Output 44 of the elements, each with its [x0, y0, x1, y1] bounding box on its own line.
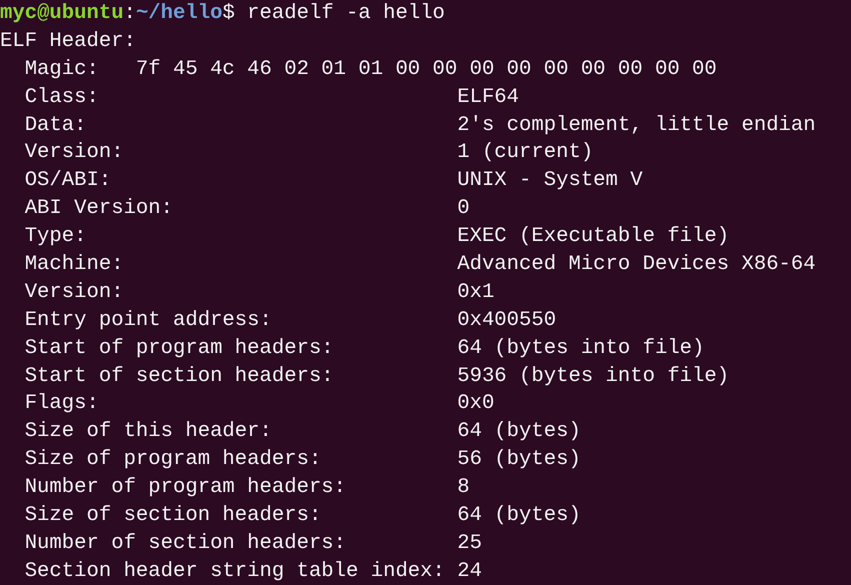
prompt-separator: : — [124, 1, 136, 27]
field-label: ABI Version: — [24, 196, 174, 222]
field-value: 64 (bytes) — [457, 419, 581, 446]
field-value: 64 (bytes into file) — [457, 336, 704, 362]
field-value: EXEC (Executable file) — [457, 224, 730, 250]
field-label: Start of section headers: — [24, 364, 335, 390]
prompt-path: ~/hello — [136, 1, 222, 27]
field-value: 56 (bytes) — [457, 447, 581, 474]
prompt-symbol: $ — [222, 1, 235, 27]
field-label: Size of this header: — [24, 419, 273, 446]
field-value: ELF64 — [457, 84, 520, 111]
field-label: OS/ABI: — [24, 168, 112, 194]
field-value: 1 (current) — [457, 140, 594, 166]
section-title: ELF Header: — [0, 28, 136, 55]
field-label: Version: — [24, 280, 125, 306]
field-label: Number of section headers: — [24, 530, 348, 557]
field-value: 0x1 — [457, 280, 494, 306]
field-value: 0x0 — [457, 391, 494, 418]
field-label: Class: — [24, 84, 100, 111]
field-value: 64 (bytes) — [457, 503, 581, 530]
field-value: 24 — [457, 558, 482, 585]
prompt-user-host: myc@ubuntu — [0, 1, 124, 27]
field-label: Version: — [24, 140, 125, 166]
field-label: Type: — [24, 224, 88, 250]
field-label: Start of program headers: — [24, 336, 335, 362]
field-label: Size of program headers: — [24, 447, 322, 474]
field-value: 25 — [457, 530, 482, 557]
field-label: Data: — [24, 112, 88, 139]
field-value: 2's complement, little endian — [457, 112, 816, 139]
field-label: Entry point address: — [24, 308, 273, 334]
field-label: Number of program headers: — [24, 475, 348, 502]
field-label: Section header string table index: — [24, 558, 446, 585]
field-label: Machine: — [24, 252, 125, 278]
command-text: readelf -a hello — [247, 1, 445, 27]
field-value: 0 — [457, 196, 470, 222]
field-value: 0x400550 — [457, 308, 556, 334]
field-label: Size of section headers: — [24, 503, 322, 530]
field-value: 7f 45 4c 46 02 01 01 00 00 00 00 00 00 00 00 00 — [136, 56, 717, 83]
field-label: Flags: — [24, 391, 100, 418]
field-value: 8 — [457, 475, 470, 502]
field-label: Magic: — [24, 56, 100, 83]
field-value: 5936 (bytes into file) — [457, 364, 730, 390]
field-value: Advanced Micro Devices X86-64 — [457, 252, 816, 278]
field-value: UNIX - System V — [457, 168, 643, 194]
